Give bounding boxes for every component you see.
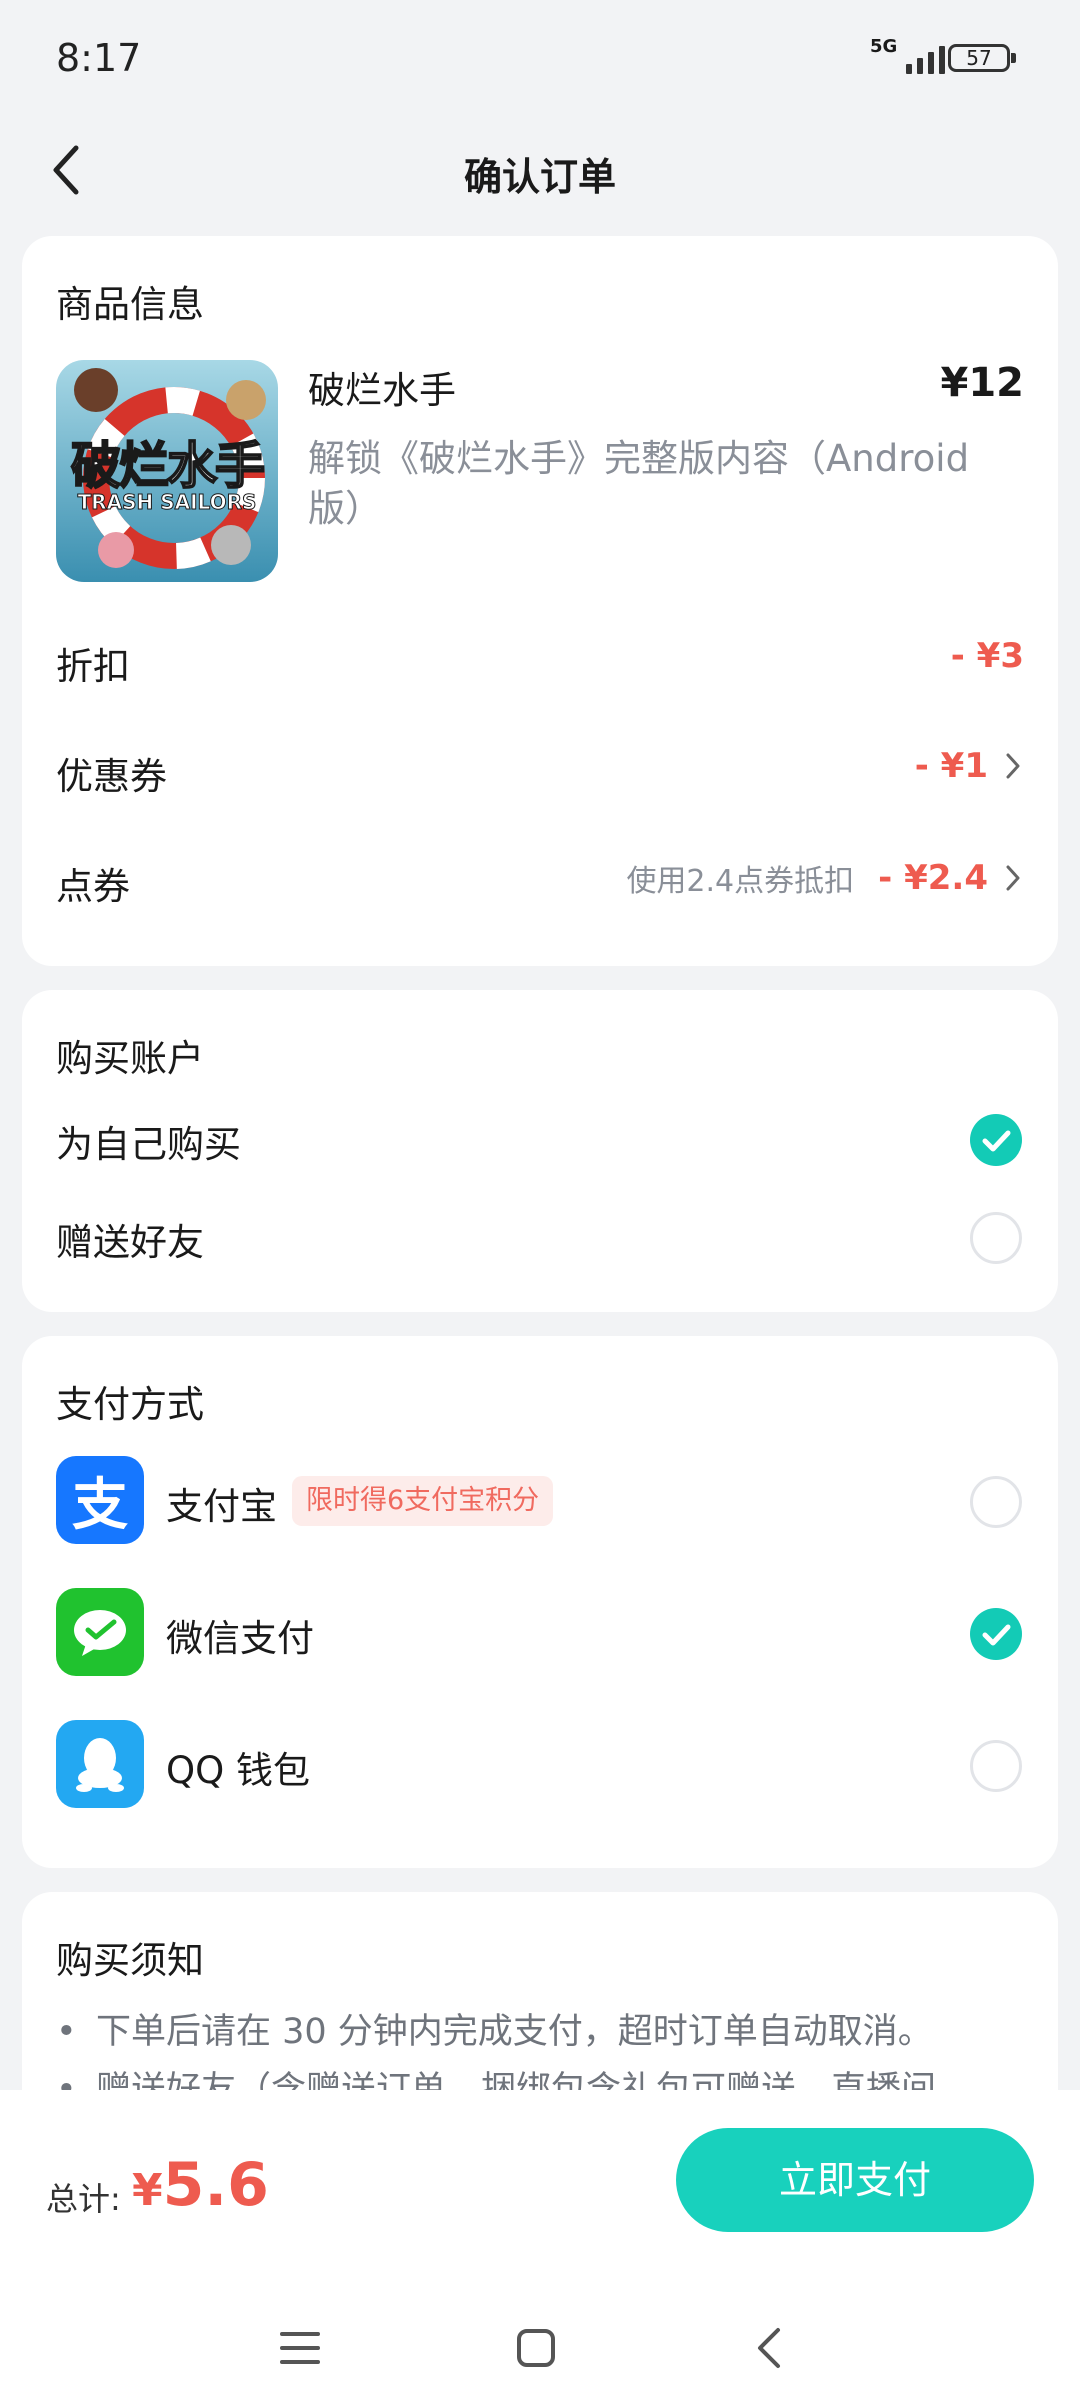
- section-title: 商品信息: [56, 283, 204, 326]
- page-title: 确认订单: [463, 155, 616, 199]
- account-card: 购买账户 为自己购买 赠送好友: [22, 990, 1058, 1312]
- radio-checked[interactable]: [970, 1114, 1022, 1166]
- discount-label: 折扣: [56, 645, 130, 688]
- payment-method-wechat[interactable]: 微信支付: [22, 1578, 1058, 1688]
- home-square-icon: [517, 2329, 555, 2367]
- system-back-button[interactable]: [740, 2318, 800, 2378]
- product-info-card: 商品信息 破烂水手 TRASH SAILORS 破烂水手 ¥12 解锁《破烂水手…: [22, 236, 1058, 966]
- points-label: 点券: [56, 865, 130, 908]
- section-title: 支付方式: [56, 1383, 204, 1426]
- product-description: 解锁《破烂水手》完整版内容（Android版）: [308, 437, 970, 530]
- status-bar: 8:17 5G 57: [0, 0, 1080, 120]
- coupon-row[interactable]: - ¥1: [915, 746, 1024, 786]
- radio-checked[interactable]: [970, 1608, 1022, 1660]
- chevron-right-icon: [1006, 753, 1020, 779]
- account-option-label: 赠送好友: [56, 1221, 204, 1264]
- game-thumbnail: 破烂水手 TRASH SAILORS: [56, 360, 278, 582]
- payment-method-label: 支付宝: [166, 1485, 277, 1528]
- payment-card: 支付方式 支 支付宝 限时得6支付宝积分 微信支付 QQ 钱包: [22, 1336, 1058, 1868]
- radio-unchecked[interactable]: [970, 1740, 1022, 1792]
- points-value: - ¥2.4: [878, 858, 988, 898]
- chevron-right-icon: [1006, 865, 1020, 891]
- payment-method-qq[interactable]: QQ 钱包: [22, 1710, 1058, 1820]
- promo-badge: 限时得6支付宝积分: [292, 1476, 554, 1526]
- nav-bar: 确认订单: [0, 120, 1080, 220]
- radio-unchecked[interactable]: [970, 1476, 1022, 1528]
- product-name: 破烂水手: [308, 369, 456, 412]
- wechat-pay-icon: [56, 1588, 144, 1676]
- notice-item: • 下单后请在 30 分钟内完成支付，超时订单自动取消。: [56, 2012, 933, 2052]
- discount-row: - ¥3: [951, 636, 1024, 676]
- payment-method-alipay[interactable]: 支 支付宝 限时得6支付宝积分: [22, 1446, 1058, 1556]
- thumb-subtitle: TRASH SAILORS: [77, 490, 257, 515]
- signal-icon: 5G: [870, 36, 946, 74]
- pay-now-button[interactable]: 立即支付: [676, 2128, 1034, 2232]
- payment-method-label: 微信支付: [166, 1617, 314, 1660]
- discount-value: - ¥3: [950, 636, 1024, 676]
- menu-button[interactable]: [270, 2318, 330, 2378]
- coupon-label: 优惠券: [56, 755, 167, 798]
- section-title: 购买账户: [56, 1037, 204, 1080]
- home-button[interactable]: [506, 2318, 566, 2378]
- back-triangle-icon: [758, 2328, 780, 2368]
- checkout-bar: 总计: ¥5.6 立即支付: [0, 2090, 1080, 2400]
- coupon-value: - ¥1: [914, 746, 988, 786]
- alipay-icon: 支: [56, 1456, 144, 1544]
- qq-wallet-icon: [56, 1720, 144, 1808]
- thumb-title: 破烂水手: [70, 436, 266, 496]
- points-row[interactable]: 使用2.4点券抵扣 - ¥2.4: [626, 856, 1024, 900]
- network-type: 5G: [870, 36, 898, 57]
- product-price: ¥12: [940, 360, 1025, 406]
- account-option-self[interactable]: 为自己购买: [22, 1090, 1058, 1190]
- total-amount: ¥5.6: [132, 2150, 269, 2220]
- check-icon: [982, 1130, 1011, 1152]
- points-hint: 使用2.4点券抵扣: [626, 864, 855, 899]
- status-time: 8:17: [56, 36, 142, 80]
- account-option-label: 为自己购买: [56, 1123, 241, 1166]
- payment-method-label: QQ 钱包: [166, 1749, 311, 1792]
- account-option-gift[interactable]: 赠送好友: [22, 1190, 1058, 1290]
- menu-icon: [280, 2332, 320, 2364]
- radio-unchecked[interactable]: [970, 1212, 1022, 1264]
- battery-icon: 57: [948, 44, 1016, 72]
- check-icon: [982, 1624, 1011, 1646]
- section-title: 购买须知: [56, 1939, 204, 1982]
- total-label: 总计:: [46, 2180, 121, 2218]
